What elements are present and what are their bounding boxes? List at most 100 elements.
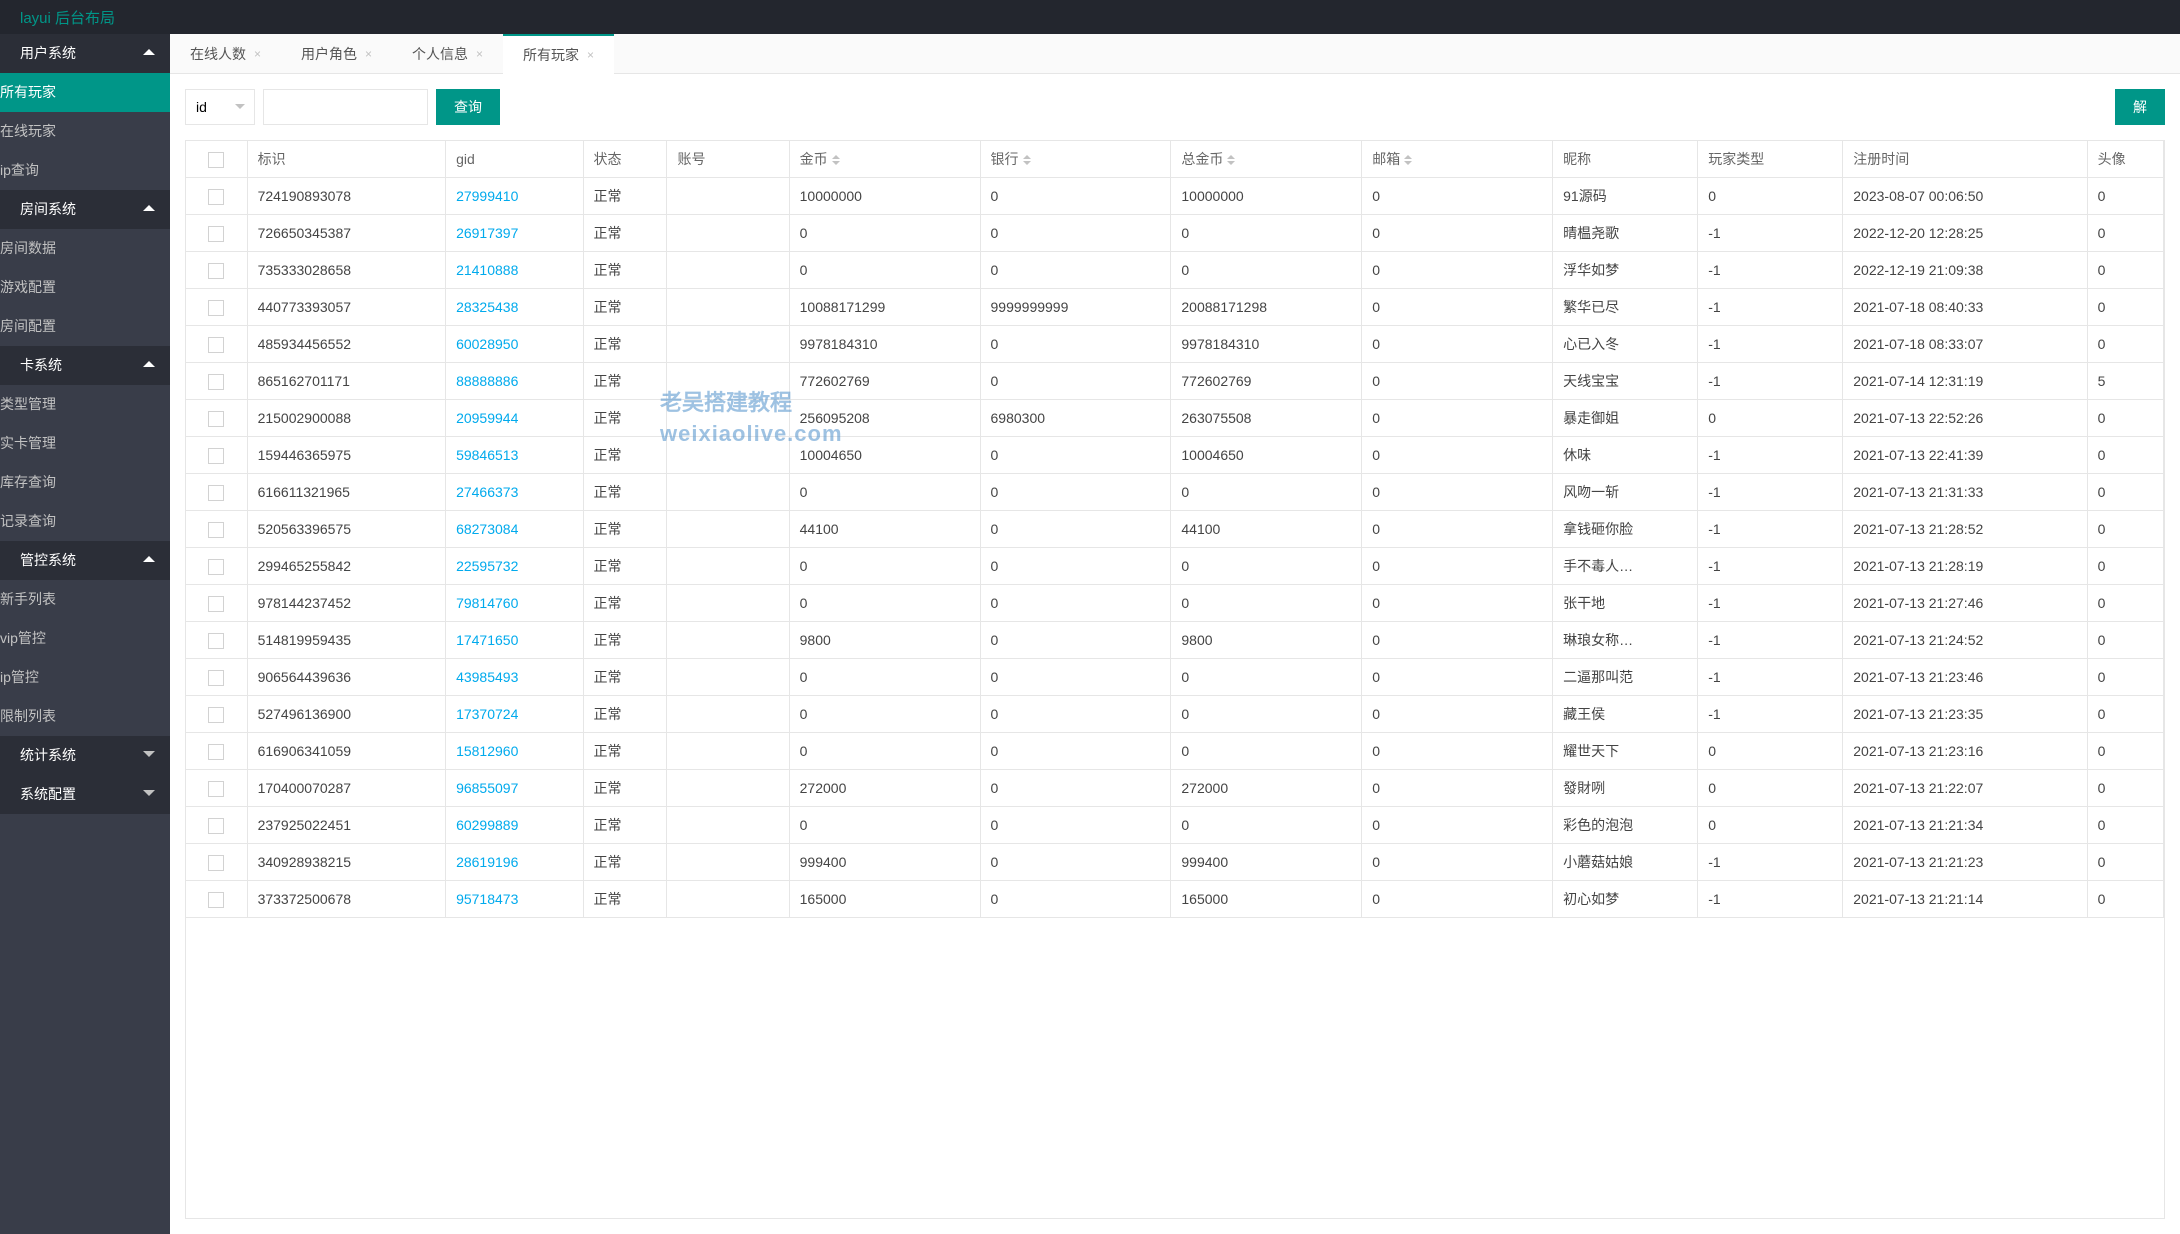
row-checkbox[interactable] [186,659,247,696]
cell-gid[interactable]: 43985493 [446,659,583,696]
sidebar-item[interactable]: 限制列表 [0,697,170,736]
sidebar-item[interactable]: 所有玩家 [0,73,170,112]
cell-status: 正常 [583,659,667,696]
filter-select[interactable] [185,89,255,125]
cell-nick: 天线宝宝 [1553,363,1698,400]
cell-gid[interactable]: 95718473 [446,881,583,918]
remove-button[interactable]: 解 [2115,89,2165,125]
cell-gid[interactable]: 59846513 [446,437,583,474]
sidebar-item[interactable]: ip查询 [0,151,170,190]
cell-gid[interactable]: 15812960 [446,733,583,770]
sidebar-item[interactable]: ip管控 [0,658,170,697]
row-checkbox[interactable] [186,881,247,918]
header-ident[interactable]: 标识 [247,141,446,178]
row-checkbox[interactable] [186,733,247,770]
table-header-row: 标识 gid 状态 账号 金币 银行 总金币 邮箱 昵称 玩家类型 注册时间 头… [186,141,2164,178]
header-ptype[interactable]: 玩家类型 [1698,141,1843,178]
cell-gid[interactable]: 28325438 [446,289,583,326]
tab[interactable]: 在线人数× [170,34,281,74]
cell-avatar: 0 [2087,622,2163,659]
row-checkbox[interactable] [186,585,247,622]
row-checkbox[interactable] [186,400,247,437]
cell-gid[interactable]: 22595732 [446,548,583,585]
sidebar-item[interactable]: 记录查询 [0,502,170,541]
row-checkbox[interactable] [186,696,247,733]
header-account[interactable]: 账号 [667,141,789,178]
cell-gid[interactable]: 68273084 [446,511,583,548]
sidebar-item[interactable]: 库存查询 [0,463,170,502]
cell-gid[interactable]: 26917397 [446,215,583,252]
cell-account [667,252,789,289]
cell-gid[interactable]: 20959944 [446,400,583,437]
header-total-gold[interactable]: 总金币 [1171,141,1362,178]
cell-status: 正常 [583,733,667,770]
sidebar-item[interactable]: vip管控 [0,619,170,658]
close-icon[interactable]: × [254,34,261,74]
row-checkbox[interactable] [186,474,247,511]
sidebar-item[interactable]: 房间数据 [0,229,170,268]
close-icon[interactable]: × [587,36,594,74]
sidebar-item[interactable]: 类型管理 [0,385,170,424]
sidebar-group[interactable]: 统计系统 [0,736,170,775]
sidebar-item[interactable]: 游戏配置 [0,268,170,307]
sidebar-group[interactable]: 系统配置 [0,775,170,814]
row-checkbox[interactable] [186,511,247,548]
row-checkbox[interactable] [186,363,247,400]
cell-gid[interactable]: 28619196 [446,844,583,881]
row-checkbox[interactable] [186,252,247,289]
table-row: 23792502245160299889正常0000彩色的泡泡02021-07-… [186,807,2164,844]
row-checkbox[interactable] [186,289,247,326]
cell-gid[interactable]: 21410888 [446,252,583,289]
sidebar-item[interactable]: 实卡管理 [0,424,170,463]
row-checkbox[interactable] [186,215,247,252]
cell-gid[interactable]: 27466373 [446,474,583,511]
filter-text-input[interactable] [263,89,428,125]
header-regtime[interactable]: 注册时间 [1843,141,2087,178]
row-checkbox[interactable] [186,770,247,807]
cell-avatar: 0 [2087,400,2163,437]
cell-gid[interactable]: 88888886 [446,363,583,400]
sidebar-group[interactable]: 房间系统 [0,190,170,229]
sidebar-item[interactable]: 在线玩家 [0,112,170,151]
row-checkbox[interactable] [186,178,247,215]
header-nick[interactable]: 昵称 [1553,141,1698,178]
query-button[interactable]: 查询 [436,89,500,125]
header-checkbox[interactable] [186,141,247,178]
tab[interactable]: 所有玩家× [503,34,614,74]
close-icon[interactable]: × [365,34,372,74]
header-email[interactable]: 邮箱 [1362,141,1553,178]
cell-gid[interactable]: 17370724 [446,696,583,733]
header-status[interactable]: 状态 [583,141,667,178]
sort-icon [1227,155,1235,165]
tab[interactable]: 个人信息× [392,34,503,74]
cell-gid[interactable]: 60028950 [446,326,583,363]
cell-gid[interactable]: 60299889 [446,807,583,844]
sidebar-group[interactable]: 用户系统 [0,34,170,73]
cell-gid[interactable]: 17471650 [446,622,583,659]
tab[interactable]: 用户角色× [281,34,392,74]
row-checkbox[interactable] [186,548,247,585]
cell-gid[interactable]: 27999410 [446,178,583,215]
header-bank[interactable]: 银行 [980,141,1171,178]
cell-gid[interactable]: 79814760 [446,585,583,622]
row-checkbox[interactable] [186,844,247,881]
sidebar-item[interactable]: 房间配置 [0,307,170,346]
header-gold[interactable]: 金币 [789,141,980,178]
cell-email: 0 [1362,696,1553,733]
cell-gid[interactable]: 96855097 [446,770,583,807]
cell-account [667,474,789,511]
close-icon[interactable]: × [476,34,483,74]
sidebar-group[interactable]: 管控系统 [0,541,170,580]
row-checkbox[interactable] [186,807,247,844]
cell-ptype: 0 [1698,400,1843,437]
row-checkbox[interactable] [186,437,247,474]
header-avatar[interactable]: 头像 [2087,141,2163,178]
sidebar-item[interactable]: 新手列表 [0,580,170,619]
cell-bank: 9999999999 [980,289,1171,326]
cell-bank: 0 [980,326,1171,363]
header-gid[interactable]: gid [446,141,583,178]
row-checkbox[interactable] [186,326,247,363]
sidebar-group[interactable]: 卡系统 [0,346,170,385]
table-row: 97814423745279814760正常0000张干地-12021-07-1… [186,585,2164,622]
row-checkbox[interactable] [186,622,247,659]
